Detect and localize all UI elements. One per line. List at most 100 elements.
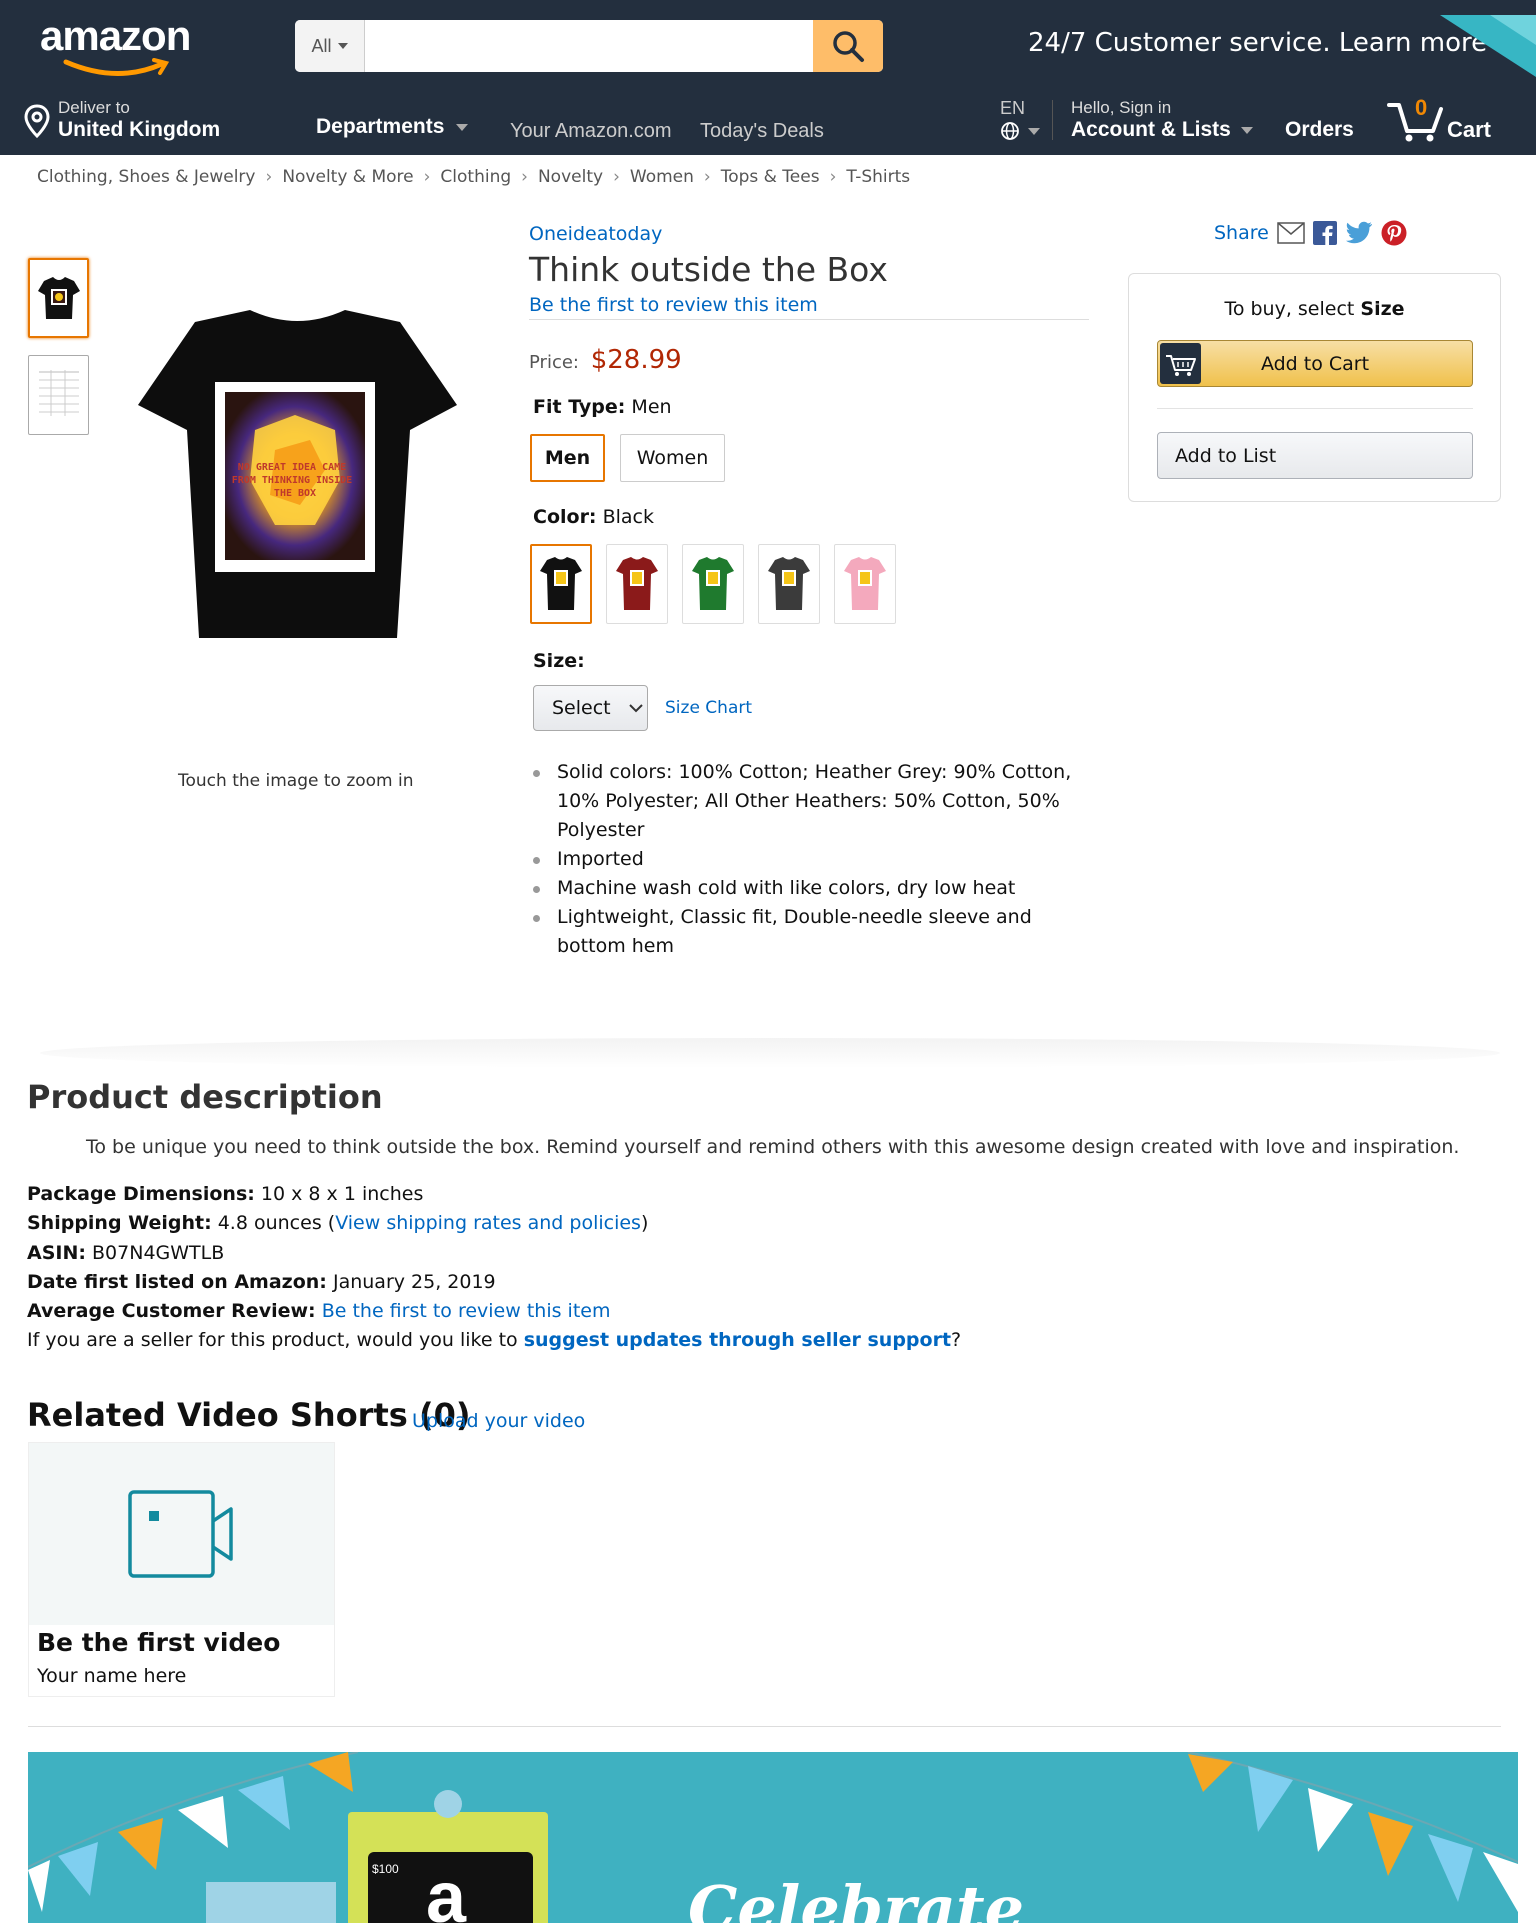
section-divider xyxy=(28,1726,1501,1727)
pinterest-icon[interactable] xyxy=(1381,220,1407,246)
brand-link[interactable]: Oneideatoday xyxy=(529,223,662,245)
feature-bullet: Imported xyxy=(533,845,1093,874)
color-label: Color: xyxy=(533,506,597,528)
seller-support-link[interactable]: suggest updates through seller support xyxy=(524,1329,951,1351)
deliver-to-label: Deliver to xyxy=(58,98,130,117)
detail-label: Date first listed on Amazon: xyxy=(27,1270,327,1293)
tshirt-black-swatch xyxy=(540,557,582,610)
email-icon[interactable] xyxy=(1277,222,1305,244)
share-link[interactable]: Share xyxy=(1214,222,1269,244)
tshirt-red-swatch xyxy=(616,557,658,610)
fit-option-women[interactable]: Women xyxy=(620,434,725,482)
promo-flag-decoration xyxy=(1440,15,1536,77)
size-chart-link[interactable]: Size Chart xyxy=(665,698,752,718)
breadcrumb-item[interactable]: Novelty xyxy=(538,167,603,187)
tshirt-pink-swatch xyxy=(844,557,886,610)
detail-row-date: Date first listed on Amazon: January 25,… xyxy=(27,1268,961,1297)
size-select-value: Select xyxy=(552,697,611,719)
paren-close: ) xyxy=(640,1212,649,1235)
price-row: Price: $28.99 xyxy=(529,345,682,375)
add-to-list-button[interactable]: Add to List xyxy=(1157,432,1473,479)
detail-value: 4.8 ounces xyxy=(217,1212,322,1235)
buy-box-divider xyxy=(1157,408,1473,409)
orders-link[interactable]: Orders xyxy=(1285,118,1354,142)
breadcrumb-item[interactable]: Novelty & More xyxy=(282,167,413,187)
gift-card-promo-banner[interactable]: Celebrate $100 a xyxy=(28,1752,1518,1923)
twitter-icon[interactable] xyxy=(1345,221,1373,245)
color-swatch-charcoal[interactable] xyxy=(758,544,820,624)
related-videos-heading: Related Video Shorts (0) xyxy=(27,1396,471,1434)
product-main-image[interactable]: NO GREAT IDEA CAME FROM THINKING INSIDE … xyxy=(135,310,460,650)
thumbnail-size-chart[interactable] xyxy=(28,355,89,435)
caret-down-icon xyxy=(1028,127,1040,135)
add-to-cart-label: Add to Cart xyxy=(1260,352,1370,375)
detail-row-shipping: Shipping Weight: 4.8 ounces (View shippi… xyxy=(27,1209,961,1238)
detail-label: Average Customer Review: xyxy=(27,1300,316,1323)
size-select-dropdown[interactable]: Select xyxy=(533,685,648,731)
top-navigation-bar: amazon All 24/7 Customer service. Learn … xyxy=(0,0,1536,155)
review-link[interactable]: Be the first to review this item xyxy=(529,294,818,316)
deliver-to-location[interactable]: Deliver to United Kingdom xyxy=(24,98,220,142)
section-divider xyxy=(40,1038,1500,1068)
breadcrumb-item[interactable]: T-Shirts xyxy=(846,167,910,187)
video-card[interactable]: Be the first video Your name here xyxy=(28,1442,335,1697)
breadcrumb-item[interactable]: Tops & Tees xyxy=(721,167,820,187)
gift-card-logo: a xyxy=(426,1858,467,1923)
fit-option-men[interactable]: Men xyxy=(530,434,605,482)
product-details: Package Dimensions: 10 x 8 x 1 inches Sh… xyxy=(27,1180,961,1356)
breadcrumb-item[interactable]: Women xyxy=(630,167,694,187)
color-swatch-pink[interactable] xyxy=(834,544,896,624)
cart-icon-box xyxy=(1160,343,1201,384)
upload-video-link[interactable]: Upload your video xyxy=(412,1410,585,1432)
search-button[interactable] xyxy=(813,20,883,72)
share-bar: Share xyxy=(1214,220,1407,246)
video-camera-icon xyxy=(127,1490,233,1578)
language-selector[interactable]: EN xyxy=(1000,98,1040,141)
your-amazon-link[interactable]: Your Amazon.com xyxy=(510,120,672,143)
departments-menu[interactable]: Departments xyxy=(316,115,469,139)
location-pin-icon xyxy=(24,104,50,138)
caret-down-icon xyxy=(456,123,469,131)
thumbnail-main[interactable] xyxy=(28,258,89,338)
color-value: Black xyxy=(602,506,654,528)
zoom-hint: Touch the image to zoom in xyxy=(178,771,414,791)
search-department-dropdown[interactable]: All xyxy=(295,20,365,72)
todays-deals-link[interactable]: Today's Deals xyxy=(700,120,824,143)
video-card-author: Your name here xyxy=(37,1665,187,1687)
account-and-lists-menu[interactable]: Hello, Sign in Account & Lists xyxy=(1071,98,1253,142)
buy-prompt: To buy, select Size xyxy=(1129,298,1500,320)
breadcrumb-separator: › xyxy=(829,167,837,187)
detail-value: January 25, 2019 xyxy=(332,1270,496,1293)
detail-label: Package Dimensions: xyxy=(27,1183,255,1205)
amazon-logo[interactable]: amazon xyxy=(40,12,200,77)
breadcrumb: Clothing, Shoes & Jewelry › Novelty & Mo… xyxy=(37,167,910,187)
cart-button[interactable]: 0 Cart xyxy=(1387,95,1491,147)
color-swatch-green[interactable] xyxy=(682,544,744,624)
product-title: Think outside the Box xyxy=(529,250,888,289)
fit-type-row: Fit Type: Men xyxy=(533,396,672,418)
seller-support-row: If you are a seller for this product, wo… xyxy=(27,1326,961,1355)
search-input[interactable] xyxy=(365,20,809,72)
detail-row-review: Average Customer Review: Be the first to… xyxy=(27,1297,961,1326)
breadcrumb-item[interactable]: Clothing xyxy=(440,167,511,187)
product-description-text: To be unique you need to think outside t… xyxy=(86,1136,1460,1158)
breadcrumb-separator: › xyxy=(265,167,273,187)
fit-type-label: Fit Type: xyxy=(533,396,626,418)
breadcrumb-item[interactable]: Clothing, Shoes & Jewelry xyxy=(37,167,256,187)
facebook-icon[interactable] xyxy=(1312,221,1337,245)
smile-arrow-icon xyxy=(63,58,170,77)
sign-in-greeting: Hello, Sign in xyxy=(1071,98,1172,117)
title-divider xyxy=(529,319,1089,320)
customer-service-promo[interactable]: 24/7 Customer service. Learn more xyxy=(1028,28,1487,58)
color-swatch-red[interactable] xyxy=(606,544,668,624)
shipping-rates-link[interactable]: View shipping rates and policies xyxy=(335,1212,641,1234)
seller-prompt-end: ? xyxy=(951,1329,962,1352)
color-swatch-black[interactable] xyxy=(530,544,592,624)
add-to-cart-button[interactable]: Add to Cart xyxy=(1157,340,1473,387)
tshirt-green-swatch xyxy=(692,557,734,610)
feature-bullet: Machine wash cold with like colors, dry … xyxy=(533,874,1093,903)
tshirt-charcoal-swatch xyxy=(768,557,810,610)
review-link[interactable]: Be the first to review this item xyxy=(322,1300,611,1322)
buy-box: To buy, select Size Add to Cart Add to L… xyxy=(1128,273,1501,502)
buy-prompt-text: To buy, select xyxy=(1224,298,1361,320)
